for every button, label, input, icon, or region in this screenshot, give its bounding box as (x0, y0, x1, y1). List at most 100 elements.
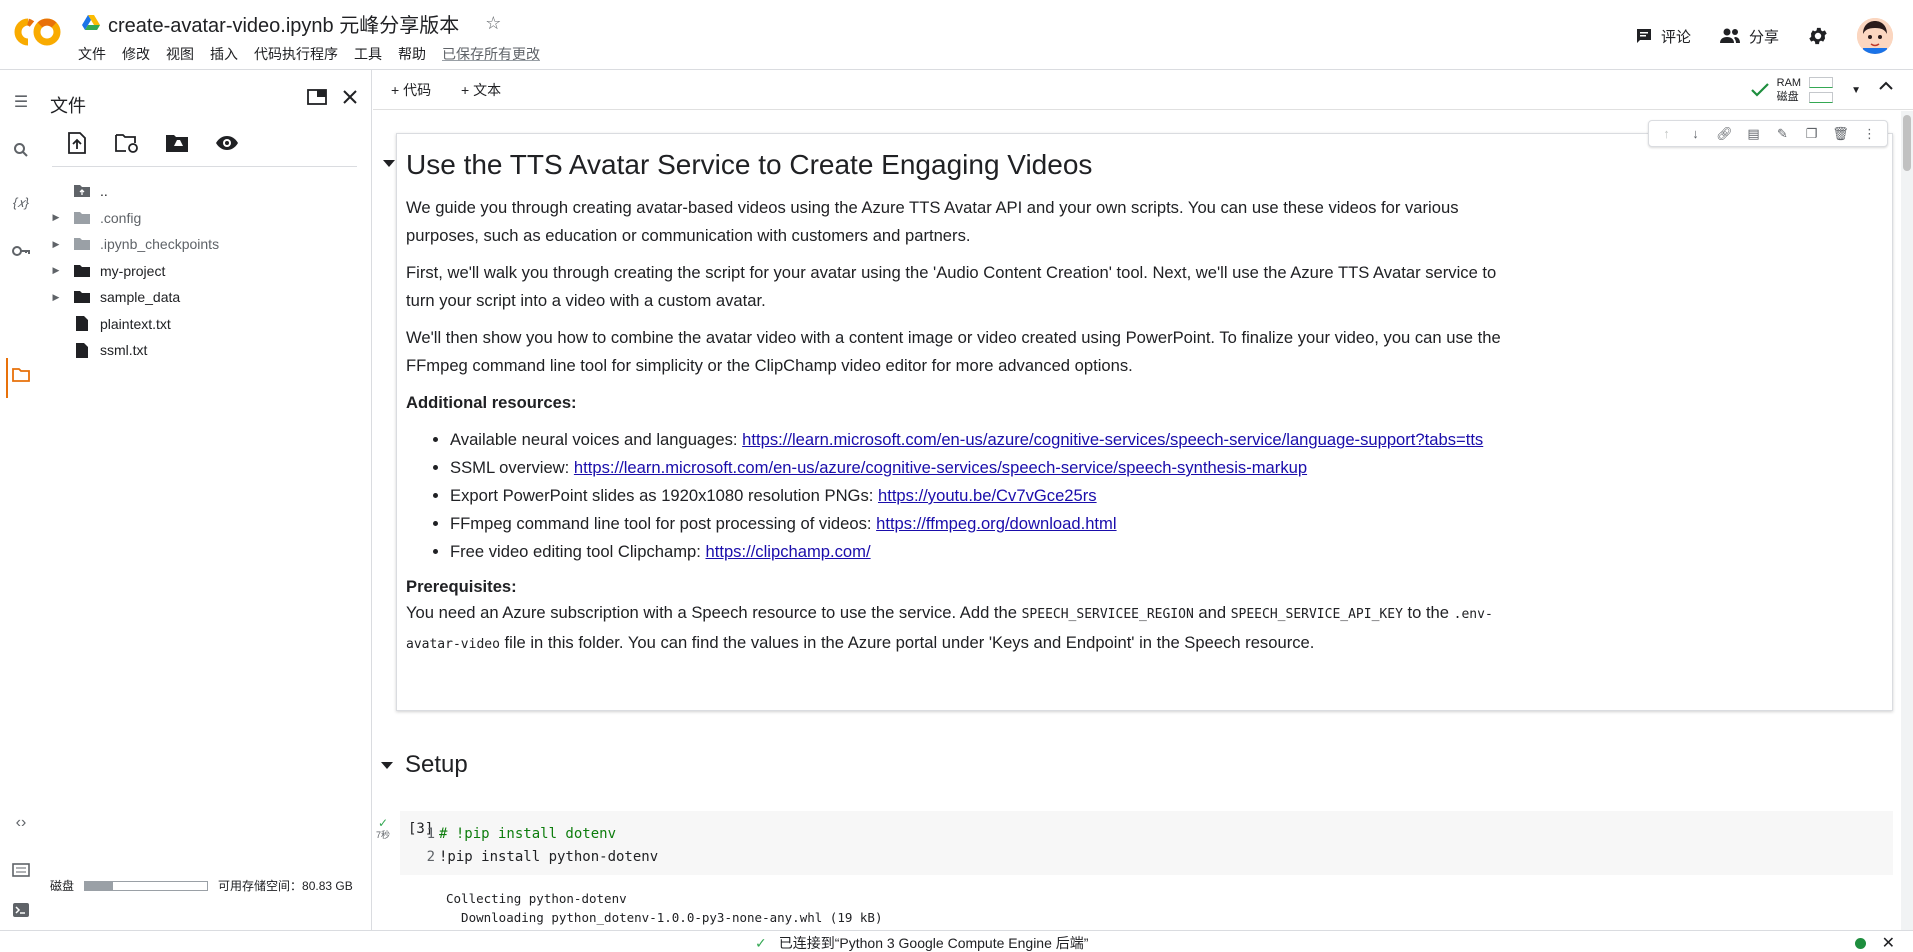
add-text-button[interactable]: + 文本 (461, 80, 501, 100)
menu-tools[interactable]: 工具 (354, 44, 382, 64)
ssml-link[interactable]: https://learn.microsoft.com/en-us/azure/… (574, 458, 1307, 477)
notebook-main: + 代码 + 文本 RAM 磁盘 ▼ ↑ ↓ 🔗︎ ▤ ✎ ❐ 🗑︎ ⋮ Use… (373, 70, 1913, 930)
header-actions: 评论 分享 (1635, 18, 1893, 54)
intro-paragraph: We guide you through creating avatar-bas… (406, 198, 1459, 245)
markdown-cell[interactable]: ↑ ↓ 🔗︎ ▤ ✎ ❐ 🗑︎ ⋮ Use the TTS Avatar Ser… (383, 120, 1893, 711)
menu-edit[interactable]: 修改 (122, 44, 150, 64)
cell-output: Collecting python-dotenv Downloading pyt… (446, 891, 883, 925)
section-collapse-arrow-icon[interactable] (383, 160, 395, 167)
file-tree: .. ▶ .config ▶ .ipynb_checkpoints ▶ my-p… (42, 178, 372, 364)
google-drive-icon[interactable] (82, 15, 100, 31)
delete-icon[interactable]: 🗑︎ (1831, 124, 1850, 143)
command-palette-icon[interactable] (10, 862, 32, 884)
save-status[interactable]: 已保存所有更改 (442, 44, 540, 64)
inline-code: SPEECH_SERVICEE_REGION (1021, 607, 1194, 622)
mount-drive-icon[interactable] (164, 130, 190, 156)
menu-insert[interactable]: 插入 (210, 44, 238, 64)
table-of-contents-icon[interactable]: ☰ (10, 92, 32, 114)
tree-item-label: .ipynb_checkpoints (100, 236, 220, 253)
user-avatar[interactable] (1857, 18, 1893, 54)
resource-monitor[interactable]: RAM 磁盘 ▼ (1750, 76, 1861, 104)
resource-dropdown-icon[interactable]: ▼ (1851, 85, 1861, 96)
collapse-header-icon[interactable] (1879, 78, 1893, 96)
edit-pencil-icon[interactable]: ✎ (1773, 124, 1792, 143)
section-collapse-arrow-icon[interactable] (381, 761, 393, 769)
setup-heading: Setup (405, 751, 468, 778)
share-label: 分享 (1748, 28, 1779, 46)
ffmpeg-link[interactable]: https://ffmpeg.org/download.html (876, 514, 1116, 533)
variables-icon[interactable]: {𝑥} (10, 192, 32, 214)
menu-file[interactable]: 文件 (78, 44, 106, 64)
files-panel-actions (307, 88, 359, 106)
code-line: # !pip install dotenv (439, 826, 617, 842)
more-options-icon[interactable]: ⋮ (1860, 124, 1879, 143)
close-panel-icon[interactable] (341, 88, 359, 106)
comment-button[interactable]: 评论 (1635, 26, 1691, 47)
runtime-status-dot[interactable] (1854, 937, 1866, 949)
settings-gear-icon[interactable] (1807, 25, 1829, 47)
left-rail: ☰ {𝑥} ‹› (0, 70, 42, 930)
share-people-icon (1719, 28, 1740, 43)
colab-logo[interactable] (14, 14, 62, 50)
status-check-icon: ✓ (755, 934, 767, 951)
mirror-cell-icon[interactable]: ❐ (1802, 124, 1821, 143)
star-icon[interactable]: ☆ (485, 13, 501, 34)
menu-runtime[interactable]: 代码执行程序 (254, 44, 338, 64)
code-snippets-icon[interactable]: ‹› (10, 812, 32, 834)
files-toolbar (64, 130, 240, 156)
code-lines[interactable]: 1 # !pip install dotenv 2 !pip install pyt… (421, 823, 659, 869)
move-up-icon[interactable]: ↑ (1657, 124, 1676, 143)
clipchamp-link[interactable]: https://clipchamp.com/ (706, 542, 871, 561)
title-row: create-avatar-video.ipynb 元峰分享版本 ☆ (82, 9, 501, 38)
search-icon[interactable] (10, 142, 32, 164)
expand-arrow-icon[interactable]: ▶ (50, 212, 62, 223)
ram-label: RAM (1776, 77, 1802, 89)
show-hidden-eye-icon[interactable] (214, 130, 240, 156)
cell-run-status[interactable]: ✓ 7秒 (376, 817, 390, 841)
script-paragraph: First, we'll walk you through creating t… (406, 263, 1497, 310)
files-folder-icon[interactable] (10, 367, 32, 389)
close-status-icon[interactable]: ✕ (1882, 933, 1895, 952)
tree-item-config[interactable]: ▶ .config (42, 205, 372, 232)
menu-help[interactable]: 帮助 (398, 44, 426, 64)
files-divider (52, 166, 357, 167)
tree-item-ssml-txt[interactable]: ssml.txt (42, 337, 372, 364)
status-message: 已连接到“Python 3 Google Compute Engine 后端” (778, 935, 1089, 951)
file-icon (72, 315, 92, 333)
setup-section[interactable]: Setup (381, 751, 468, 779)
vertical-scrollbar[interactable] (1901, 111, 1913, 930)
expand-arrow-icon[interactable]: ▶ (50, 292, 62, 303)
tree-item-ipynb-checkpoints[interactable]: ▶ .ipynb_checkpoints (42, 231, 372, 258)
open-in-tab-icon[interactable] (307, 88, 327, 106)
terminal-icon[interactable] (10, 902, 32, 924)
expand-arrow-icon[interactable]: ▶ (50, 239, 62, 250)
notebook-title[interactable]: create-avatar-video.ipynb 元峰分享版本 (108, 9, 459, 38)
resources-list: Available neural voices and languages: h… (450, 426, 1526, 566)
code-line: !pip install python-dotenv (439, 849, 659, 865)
menu-view[interactable]: 视图 (166, 44, 194, 64)
notebook-scroll-area[interactable]: ↑ ↓ 🔗︎ ▤ ✎ ❐ 🗑︎ ⋮ Use the TTS Avatar Ser… (373, 111, 1913, 930)
tree-item-plaintext-txt[interactable]: plaintext.txt (42, 311, 372, 338)
link-icon[interactable]: 🔗︎ (1715, 124, 1734, 143)
tree-item-parent[interactable]: .. (42, 178, 372, 205)
share-button[interactable]: 分享 (1719, 26, 1779, 47)
upload-file-icon[interactable] (64, 130, 90, 156)
tree-item-label: ssml.txt (100, 342, 148, 359)
connected-check-icon (1750, 83, 1769, 97)
comment-icon[interactable]: ▤ (1744, 124, 1763, 143)
file-icon (72, 341, 92, 359)
tree-item-sample-data[interactable]: ▶ sample_data (42, 284, 372, 311)
voices-link[interactable]: https://learn.microsoft.com/en-us/azure/… (742, 430, 1483, 449)
list-item: Available neural voices and languages: h… (450, 426, 1526, 454)
disk-usage-bar (84, 880, 209, 891)
powerpoint-video-link[interactable]: https://youtu.be/Cv7vGce25rs (878, 486, 1097, 505)
add-code-button[interactable]: + 代码 (391, 80, 431, 100)
refresh-folder-icon[interactable] (114, 130, 140, 156)
expand-arrow-icon[interactable]: ▶ (50, 265, 62, 276)
tree-item-label: my-project (100, 262, 166, 279)
tree-item-my-project[interactable]: ▶ my-project (42, 258, 372, 285)
tree-item-label: .. (100, 183, 108, 200)
move-down-icon[interactable]: ↓ (1686, 124, 1705, 143)
secrets-key-icon[interactable] (10, 242, 32, 264)
connection-status: ✓ 已连接到“Python 3 Google Compute Engine 后端… (755, 933, 1088, 952)
